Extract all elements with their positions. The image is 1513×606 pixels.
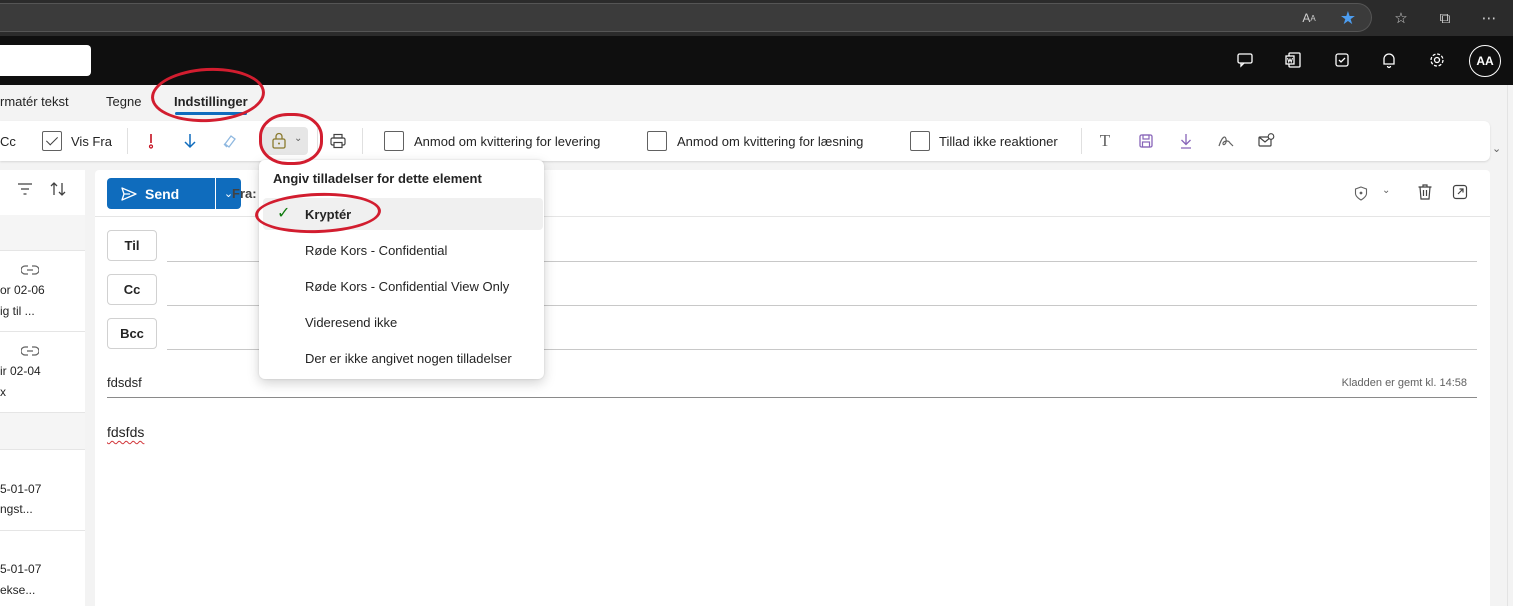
sensitivity-shield-icon[interactable] [1354,186,1368,204]
sort-icon[interactable] [49,181,67,200]
pop-out-icon[interactable] [1452,184,1468,203]
attachment-link-icon [20,263,40,278]
chevron-down-icon[interactable]: ⌄ [1382,185,1390,196]
list-item-preview: ngst... [0,502,33,516]
collections-icon[interactable]: ⧉ [1433,6,1457,30]
bcc-button[interactable]: Bcc [107,318,157,349]
checkmark-icon: ✓ [277,205,291,222]
bell-icon[interactable] [1377,48,1401,72]
cc-button[interactable]: Cc [107,274,157,305]
from-label[interactable]: Fra: [232,186,257,201]
delivery-receipt-checkbox[interactable] [384,131,404,151]
no-reactions-label: Tillad ikke reaktioner [939,134,1058,149]
subject-underline [107,397,1477,398]
low-importance-icon[interactable] [178,129,202,153]
subject-input[interactable]: fdsdsf [107,375,142,390]
read-aloud-icon[interactable]: AA [1297,6,1321,30]
ribbon-divider [127,128,128,154]
cc-toggle[interactable]: Cc [0,134,16,149]
app-header: AA [0,36,1513,85]
read-receipt-label: Anmod om kvittering for læsning [677,134,864,149]
send-button[interactable]: Send [107,178,215,209]
ribbon-expand-chevron-icon[interactable]: ⌄ [1492,142,1501,155]
ribbon-divider [1081,128,1082,154]
ribbon-divider [317,128,318,154]
word-icon[interactable] [1281,48,1305,72]
attachment-link-icon [20,344,40,359]
no-reactions-checkbox[interactable] [910,131,930,151]
list-item-preview: ig til ... [0,304,35,318]
favorites-icon[interactable]: ☆ [1389,6,1413,30]
more-icon[interactable]: ⋯ [1477,6,1501,30]
tab-options[interactable]: Indstillinger [174,94,248,109]
list-group-header [0,413,85,449]
menu-item-no-permissions[interactable]: Der er ikke angivet nogen tilladelser [263,342,543,374]
mail-list: or 02-06 ig til ... ir 02-04 x 5-01-07 n… [0,170,85,606]
list-item-date: ir 02-04 [0,364,41,378]
menu-item-encrypt[interactable]: ✓ Kryptér [263,198,543,230]
message-body[interactable]: fdsfds [107,424,144,440]
avatar[interactable]: AA [1469,45,1501,77]
browser-toolbar: AA ★ ☆ ⧉ ⋯ [0,0,1513,36]
signature-icon[interactable] [1214,129,1238,153]
gear-icon[interactable] [1425,48,1449,72]
ribbon-toolbar: Cc Vis Fra ⌄ Anmod om kvittering for lev… [0,121,1490,161]
menu-item-confidential[interactable]: Røde Kors - Confidential [263,234,543,266]
to-button[interactable]: Til [107,230,157,261]
tab-draw[interactable]: Tegne [106,94,141,109]
text-format-icon[interactable]: T [1093,129,1117,153]
show-from-checkbox[interactable] [42,131,62,151]
active-tab-indicator [175,112,247,115]
todo-icon[interactable] [1330,48,1354,72]
read-receipt-checkbox[interactable] [647,131,667,151]
permissions-button[interactable]: ⌄ [262,127,308,155]
list-item-preview: ekse... [0,583,36,597]
filter-icon[interactable] [17,182,33,199]
delete-icon[interactable] [1417,183,1433,204]
address-bar[interactable] [0,3,1372,32]
ribbon-divider [362,128,363,154]
high-importance-icon[interactable] [139,129,163,153]
list-group-header [0,215,85,250]
send-icon [121,186,137,201]
menu-item-do-not-forward[interactable]: Videresend ikke [263,306,543,338]
print-icon[interactable] [326,129,350,153]
tab-format-text[interactable]: rmatér tekst [0,94,69,109]
teams-chat-icon[interactable] [1233,48,1257,72]
download-icon[interactable] [1174,129,1198,153]
save-icon[interactable] [1134,129,1158,153]
search-input[interactable] [0,45,91,76]
draft-saved-status: Kladden er gemt kl. 14:58 [1341,377,1467,389]
envelope-settings-icon[interactable] [1254,129,1278,153]
list-item-preview: x [0,385,6,399]
list-item-date: or 02-06 [0,283,45,297]
menu-item-confidential-view-only[interactable]: Røde Kors - Confidential View Only [263,270,543,302]
list-item-date: 5-01-07 [0,482,42,496]
send-label: Send [145,185,180,202]
list-item-date: 5-01-07 [0,562,42,576]
permissions-menu-title: Angiv tilladelser for dette element [273,171,482,186]
show-from-label: Vis Fra [71,134,112,149]
permissions-dropdown: Angiv tilladelser for dette element ✓ Kr… [259,160,544,379]
chevron-down-icon: ⌄ [294,133,303,144]
sensitivity-tag-icon[interactable] [218,129,242,153]
page-scrollbar[interactable] [1507,85,1513,606]
delivery-receipt-label: Anmod om kvittering for levering [414,134,601,149]
favorite-star-icon[interactable]: ★ [1336,6,1360,30]
